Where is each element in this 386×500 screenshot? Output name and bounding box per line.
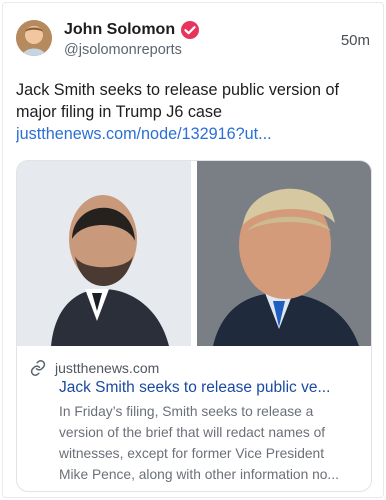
avatar[interactable] xyxy=(16,20,52,56)
card-domain-row: justthenews.com xyxy=(29,359,359,377)
name-row: John Solomon xyxy=(64,20,200,40)
author-handle[interactable]: @jsolomonreports xyxy=(64,42,182,58)
author-name[interactable]: John Solomon xyxy=(64,21,175,39)
avatar-image xyxy=(16,20,52,56)
card-meta: justthenews.com Jack Smith seeks to rele… xyxy=(29,359,359,485)
card-image xyxy=(17,161,371,346)
card-domain: justthenews.com xyxy=(55,360,160,376)
post-text: Jack Smith seeks to release public versi… xyxy=(16,81,339,121)
link-preview-card[interactable]: justthenews.com Jack Smith seeks to rele… xyxy=(16,160,372,492)
post-header: John Solomon @jsolomonreports 50m xyxy=(16,18,370,62)
card-description-line: witnesses, except for former Vice Presid… xyxy=(59,446,325,461)
card-description-line: version of the brief that will redact na… xyxy=(59,425,326,440)
post-time: 50m xyxy=(340,32,370,49)
card-description-line: In Friday’s filing, Smith seeks to relea… xyxy=(59,404,314,419)
post-link[interactable]: justthenews.com/node/132916?ut... xyxy=(16,123,372,145)
link-icon xyxy=(30,360,46,376)
card-title[interactable]: Jack Smith seeks to release public ve... xyxy=(59,379,359,397)
verified-badge-icon xyxy=(181,21,200,39)
post-body: Jack Smith seeks to release public versi… xyxy=(16,79,372,145)
card-description-line: Mike Pence, along with other information… xyxy=(59,467,339,482)
card-description: In Friday’s filing, Smith seeks to relea… xyxy=(59,401,359,485)
